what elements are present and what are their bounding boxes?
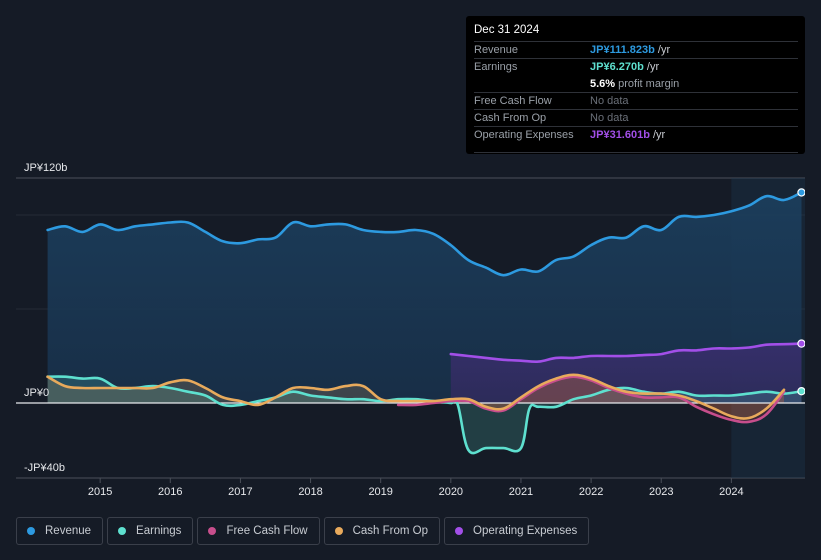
legend-item-revenue[interactable]: Revenue <box>16 517 104 545</box>
tooltip-panel: Dec 31 2024 Revenue JP¥111.823b /yr Earn… <box>466 16 805 154</box>
x-tick-label: 2016 <box>158 486 182 498</box>
legend-label: Revenue <box>45 525 92 537</box>
tooltip-label: Cash From Op <box>474 112 547 124</box>
tooltip-value: JP¥6.270b <box>590 61 644 73</box>
tooltip-unit: /yr <box>646 61 660 73</box>
profit-margin: 5.6% profit margin <box>590 78 679 90</box>
y-tick-label-0: JP¥0 <box>24 387 49 399</box>
legend-label: Free Cash Flow <box>226 525 308 537</box>
tooltip-unit: /yr <box>653 129 666 141</box>
tooltip-value: No data <box>590 112 629 124</box>
endpoint-operating-expenses <box>797 339 806 348</box>
tooltip-row-cash-from-op: Cash From Op No data <box>474 109 798 127</box>
x-axis: 2015 2016 2017 2018 2019 2020 2021 2022 2023 2024 <box>88 478 744 498</box>
legend-item-operating-expenses[interactable]: Operating Expenses <box>444 517 590 545</box>
legend: Revenue Earnings Free Cash Flow Cash Fro… <box>16 517 590 545</box>
tooltip-label: Free Cash Flow <box>474 95 552 107</box>
legend-dot-icon <box>208 527 217 535</box>
tooltip-value: JP¥111.823b <box>590 44 655 56</box>
profit-margin-label: profit margin <box>618 78 680 90</box>
x-tick-label: 2019 <box>368 486 392 498</box>
tooltip-label: Revenue <box>474 44 519 56</box>
tooltip-label: Operating Expenses <box>474 129 574 141</box>
tooltip-date: Dec 31 2024 <box>474 24 540 36</box>
y-tick-label-neg40: -JP¥40b <box>24 462 65 474</box>
tooltip-row-operating-expenses: Operating Expenses JP¥31.601b /yr <box>474 126 798 144</box>
legend-item-free-cash-flow[interactable]: Free Cash Flow <box>197 517 320 545</box>
legend-item-earnings[interactable]: Earnings <box>107 517 194 545</box>
legend-item-cash-from-op[interactable]: Cash From Op <box>323 517 441 545</box>
x-tick-label: 2021 <box>509 486 533 498</box>
tooltip-divider <box>474 152 798 153</box>
plot-edge <box>805 178 821 478</box>
legend-label: Cash From Op <box>352 525 429 537</box>
tooltip-value: JP¥31.601b <box>590 129 650 141</box>
x-tick-label: 2020 <box>439 486 463 498</box>
x-tick-label: 2015 <box>88 486 112 498</box>
x-tick-label: 2018 <box>298 486 322 498</box>
tooltip-row-earnings: Earnings JP¥6.270b /yr <box>474 58 798 76</box>
legend-dot-icon <box>118 527 127 535</box>
legend-label: Operating Expenses <box>473 525 578 537</box>
x-tick-label: 2023 <box>649 486 673 498</box>
profit-margin-value: 5.6% <box>590 78 616 90</box>
tooltip-row-free-cash-flow: Free Cash Flow No data <box>474 92 798 110</box>
tooltip-value: No data <box>590 95 629 107</box>
x-tick-label: 2024 <box>719 486 743 498</box>
tooltip-label: Earnings <box>474 61 518 73</box>
legend-dot-icon <box>334 527 343 535</box>
legend-dot-icon <box>455 527 464 535</box>
endpoint-revenue <box>797 188 806 197</box>
legend-label: Earnings <box>136 525 182 537</box>
legend-dot-icon <box>27 527 35 535</box>
y-tick-label-120: JP¥120b <box>24 162 67 174</box>
x-tick-label: 2017 <box>228 486 252 498</box>
tooltip-unit: /yr <box>657 44 671 56</box>
x-tick-label: 2022 <box>579 486 603 498</box>
endpoint-earnings <box>797 387 806 396</box>
tooltip-row-revenue: Revenue JP¥111.823b /yr <box>474 41 798 59</box>
